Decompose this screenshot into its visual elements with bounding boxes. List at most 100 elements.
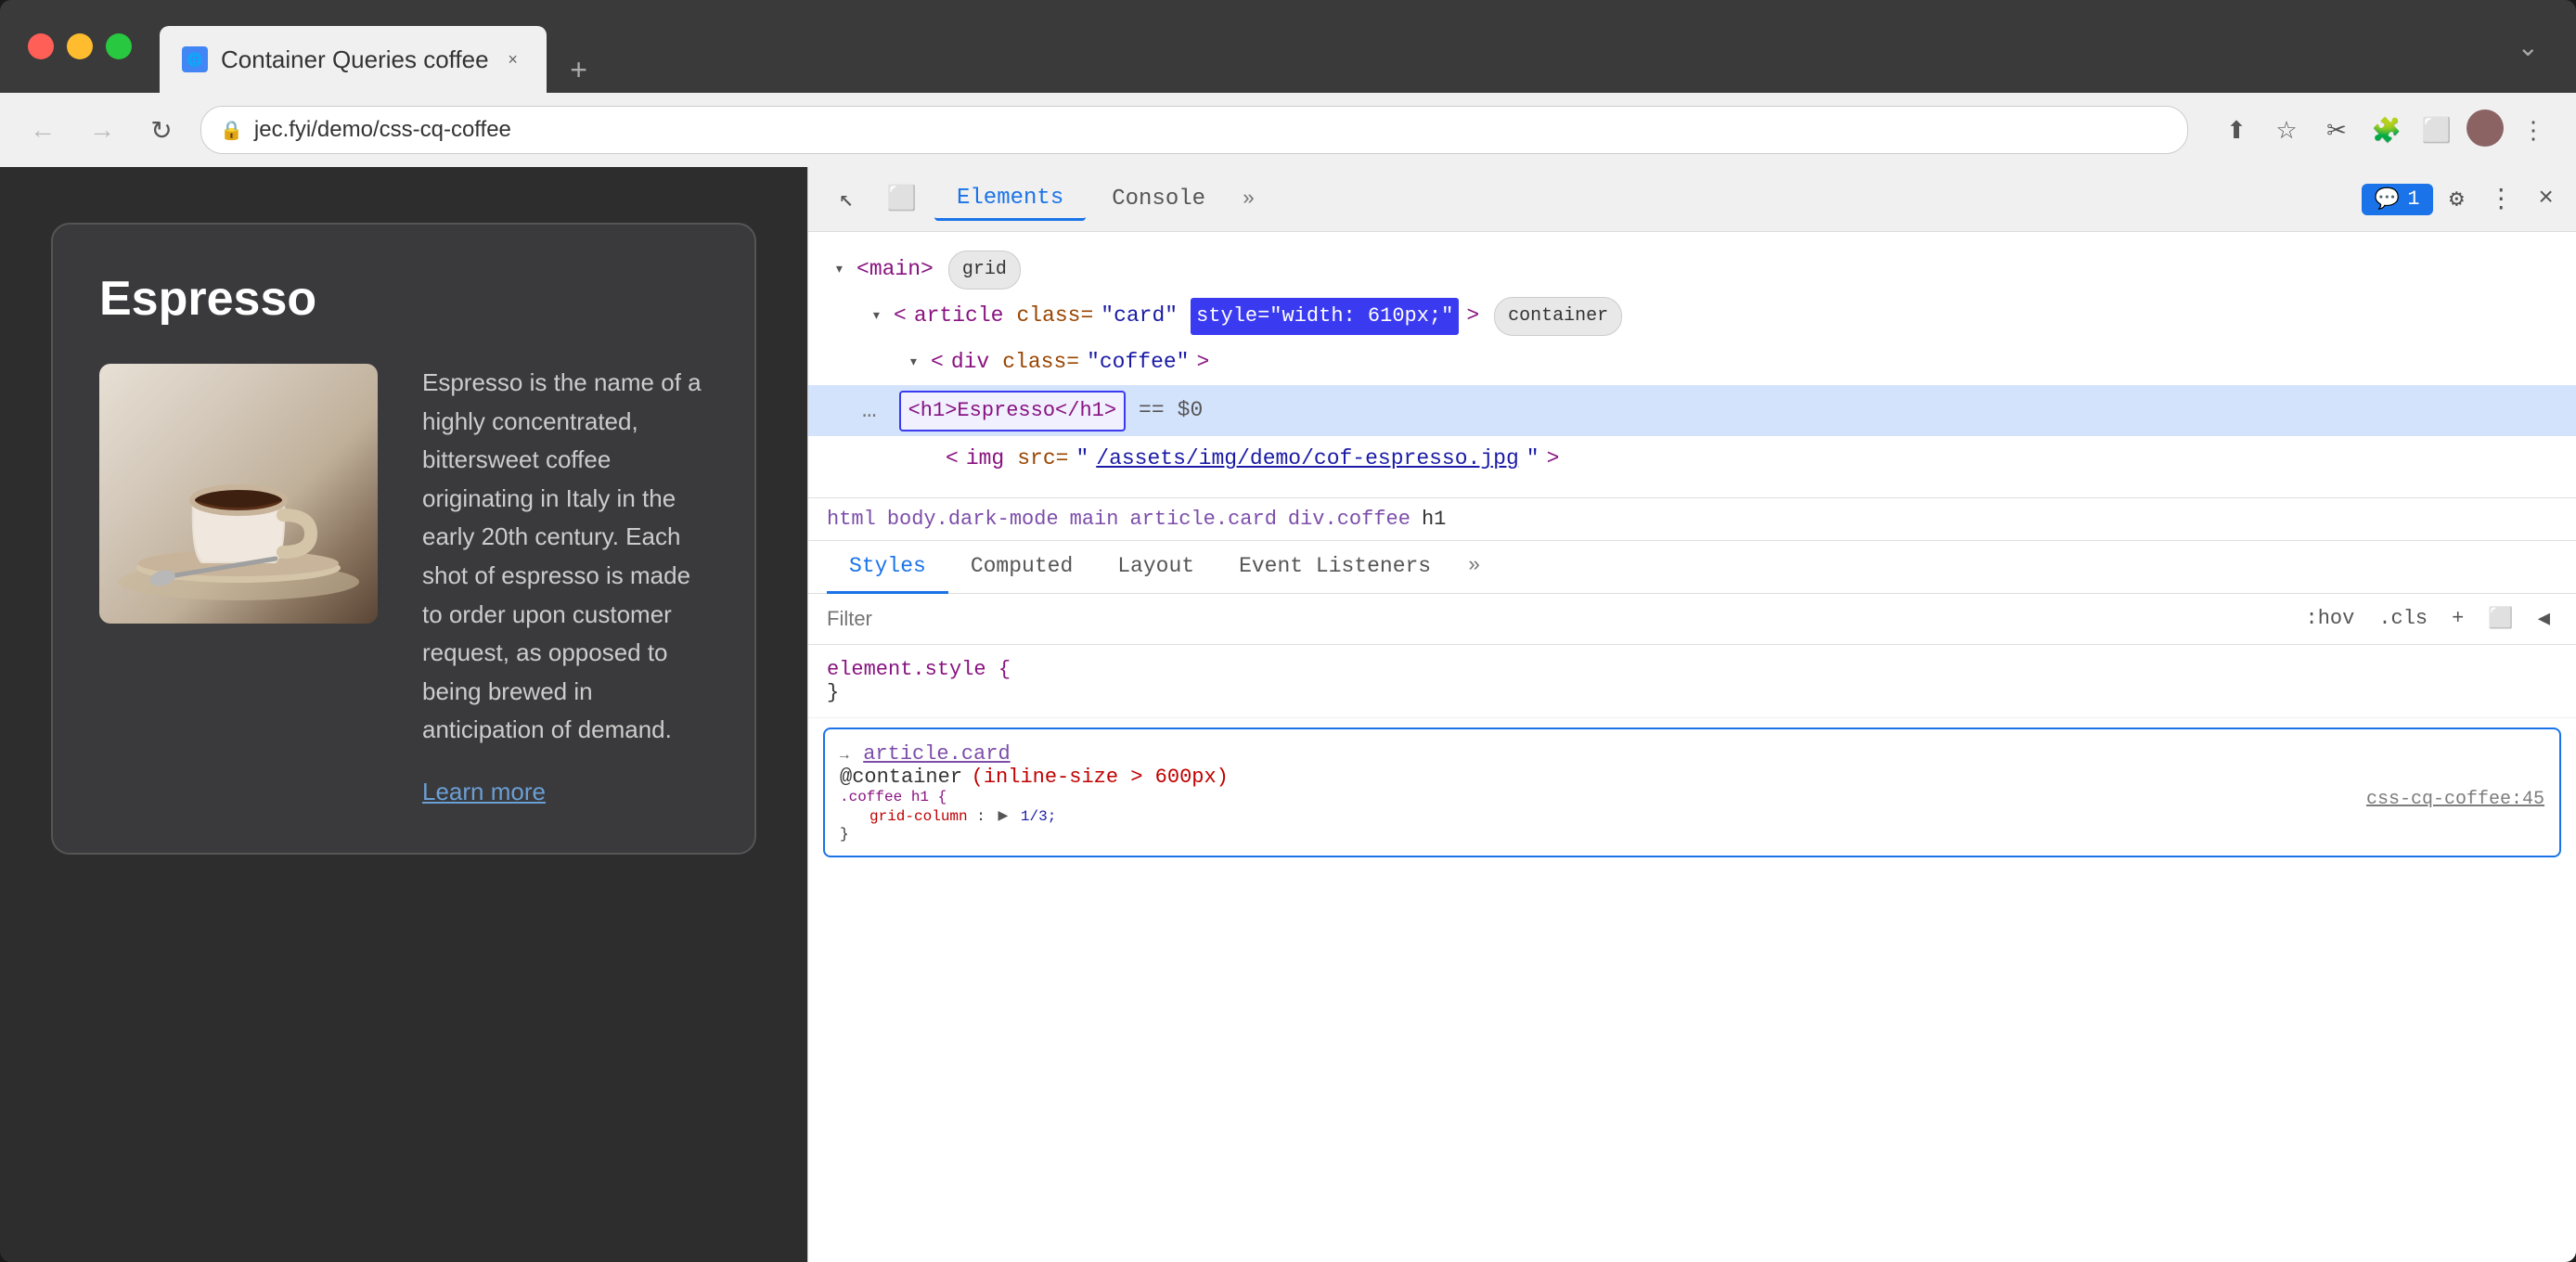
cast-icon[interactable]: ⬜ bbox=[2416, 109, 2457, 150]
badge-count: 1 bbox=[2407, 187, 2419, 211]
browser-window: 🌐 Container Queries coffee × + ⌄ ← → ↻ 🔒… bbox=[0, 0, 2576, 1262]
dom-triangle: ▾ bbox=[908, 348, 923, 378]
panel-tabs-more[interactable]: » bbox=[1453, 541, 1495, 593]
hov-filter[interactable]: :hov bbox=[2299, 603, 2363, 634]
learn-more-link[interactable]: Learn more bbox=[422, 778, 708, 806]
devtools-settings-button[interactable]: ⚙ bbox=[2442, 177, 2472, 221]
cut-icon[interactable]: ✂ bbox=[2316, 109, 2357, 150]
devtools-close-button[interactable]: × bbox=[2531, 177, 2561, 221]
prop-value-grid-column: 1/3; bbox=[1021, 808, 1056, 825]
close-window-button[interactable] bbox=[28, 33, 54, 59]
tab-computed-label: Computed bbox=[971, 554, 1073, 578]
dom-row-div-coffee[interactable]: ▾ <div class="coffee" > bbox=[808, 340, 2576, 385]
devtools-panel: ↖ ⬜ Elements Console » 💬 1 bbox=[807, 167, 2576, 1262]
device-toggle-button[interactable]: ⬜ bbox=[879, 176, 925, 223]
dom-triangle: ▾ bbox=[871, 302, 886, 331]
prop-colon: : bbox=[976, 808, 994, 825]
tab-styles-label: Styles bbox=[849, 554, 926, 578]
forward-button[interactable]: → bbox=[82, 109, 122, 150]
card-content: Espresso is the name of a highly concent… bbox=[422, 364, 708, 806]
container-query-condition: (inline-size > 600px) bbox=[972, 766, 1229, 789]
dom-tree: ▾ <main> grid ▾ <article class="card" st… bbox=[808, 232, 2576, 497]
breadcrumb-main[interactable]: main bbox=[1070, 508, 1119, 531]
block-close-brace: } bbox=[840, 826, 849, 843]
dom-row-article[interactable]: ▾ <article class="card" style="width: 61… bbox=[808, 293, 2576, 340]
back-button[interactable]: ← bbox=[22, 109, 63, 150]
filter-bar: :hov .cls + ⬜ ◀ bbox=[808, 594, 2576, 645]
inspect-element-button[interactable]: ↖ bbox=[823, 176, 869, 223]
minimize-window-button[interactable] bbox=[67, 33, 93, 59]
url-bar[interactable]: 🔒 jec.fyi/demo/css-cq-coffee bbox=[200, 106, 2188, 154]
container-query-rule: @container (inline-size > 600px) bbox=[840, 766, 2544, 789]
devtools-more-menu[interactable]: ⋮ bbox=[2480, 175, 2521, 223]
console-badge[interactable]: 💬 1 bbox=[2362, 184, 2433, 215]
article-card-link[interactable]: article.card bbox=[863, 742, 1010, 766]
title-bar: 🌐 Container Queries coffee × + ⌄ bbox=[0, 0, 2576, 93]
card-body: Espresso is the name of a highly concent… bbox=[99, 364, 708, 806]
espresso-card: Espresso bbox=[51, 223, 756, 855]
breadcrumb-div[interactable]: div.coffee bbox=[1288, 508, 1410, 531]
cls-filter[interactable]: .cls bbox=[2371, 603, 2435, 634]
active-tab[interactable]: 🌐 Container Queries coffee × bbox=[160, 26, 547, 93]
equals-sign: == bbox=[1139, 392, 1165, 430]
tab-layout[interactable]: Layout bbox=[1095, 541, 1217, 594]
breadcrumb-html[interactable]: html bbox=[827, 508, 876, 531]
settings-icon: ⚙ bbox=[2450, 186, 2465, 213]
filter-actions: :hov .cls + ⬜ ◀ bbox=[2299, 603, 2557, 635]
expand-icon[interactable]: ▶ bbox=[998, 807, 1008, 826]
img-tag-close: > bbox=[1547, 440, 1560, 478]
avatar[interactable] bbox=[2467, 109, 2504, 147]
coffee-h1-selector-text: .coffee h1 { bbox=[840, 789, 947, 805]
coffee-image bbox=[99, 364, 378, 624]
tab-event-listeners-label: Event Listeners bbox=[1239, 554, 1431, 578]
card-description: Espresso is the name of a highly concent… bbox=[422, 364, 708, 750]
grid-badge: grid bbox=[948, 251, 1021, 290]
close-icon: × bbox=[2538, 185, 2554, 213]
at-container: @container bbox=[840, 766, 962, 789]
dom-row-main[interactable]: ▾ <main> grid bbox=[808, 247, 2576, 293]
main-tag: <main> bbox=[857, 251, 934, 289]
src-attr-quote: " bbox=[1526, 440, 1539, 478]
chevron-left-icon[interactable]: ◀ bbox=[2531, 603, 2557, 635]
div-tag-close: > bbox=[1196, 343, 1209, 381]
arrow-icon: → bbox=[840, 747, 849, 764]
tab-layout-label: Layout bbox=[1117, 554, 1194, 578]
breadcrumb-body[interactable]: body.dark-mode bbox=[887, 508, 1059, 531]
breadcrumb-h1: h1 bbox=[1422, 508, 1446, 531]
extensions-icon[interactable]: 🧩 bbox=[2366, 109, 2407, 150]
tab-title: Container Queries coffee bbox=[221, 45, 489, 74]
tab-event-listeners[interactable]: Event Listeners bbox=[1217, 541, 1453, 594]
breadcrumb-bar: html body.dark-mode main article.card di… bbox=[808, 497, 2576, 541]
maximize-window-button[interactable] bbox=[106, 33, 132, 59]
tab-overflow-button[interactable]: ⌄ bbox=[2508, 22, 2548, 71]
container-badge: container bbox=[1494, 297, 1622, 336]
prop-name-grid-column: grid-column bbox=[869, 808, 968, 825]
reload-icon: ↻ bbox=[150, 115, 172, 146]
tab-console-label: Console bbox=[1112, 187, 1205, 212]
class-attr-value: "card" bbox=[1101, 297, 1178, 335]
tab-computed[interactable]: Computed bbox=[948, 541, 1095, 594]
tab-elements[interactable]: Elements bbox=[934, 178, 1086, 221]
dollar-zero: $0 bbox=[1178, 392, 1204, 430]
breadcrumb-article[interactable]: article.card bbox=[1129, 508, 1276, 531]
div-tag-name: div bbox=[951, 343, 989, 381]
devtools-more-tabs[interactable]: » bbox=[1231, 180, 1266, 218]
add-style-rule[interactable]: + bbox=[2444, 603, 2471, 634]
tab-close-button[interactable]: × bbox=[502, 48, 524, 71]
tab-styles[interactable]: Styles bbox=[827, 541, 948, 594]
more-options-icon[interactable]: ⋮ bbox=[2513, 109, 2554, 150]
style-source[interactable]: css-cq-coffee:45 bbox=[2366, 789, 2544, 810]
main-content: Espresso bbox=[0, 167, 2576, 1262]
url-text: jec.fyi/demo/css-cq-coffee bbox=[254, 117, 511, 143]
reload-button[interactable]: ↻ bbox=[141, 109, 182, 150]
dom-row-img[interactable]: <img src="/assets/img/demo/cof-espresso.… bbox=[808, 436, 2576, 482]
filter-input[interactable] bbox=[827, 607, 2284, 631]
bookmark-icon[interactable]: ☆ bbox=[2266, 109, 2307, 150]
new-tab-button[interactable]: + bbox=[556, 46, 602, 93]
toggle-sidebar-icon[interactable]: ⬜ bbox=[2480, 603, 2520, 635]
tab-console[interactable]: Console bbox=[1089, 179, 1228, 219]
dom-row-h1[interactable]: … <h1>Espresso</h1> == $0 bbox=[808, 385, 2576, 436]
share-icon[interactable]: ⬆ bbox=[2216, 109, 2257, 150]
img-path[interactable]: /assets/img/demo/cof-espresso.jpg bbox=[1096, 440, 1518, 478]
more-vertical-icon: ⋮ bbox=[2488, 187, 2514, 215]
